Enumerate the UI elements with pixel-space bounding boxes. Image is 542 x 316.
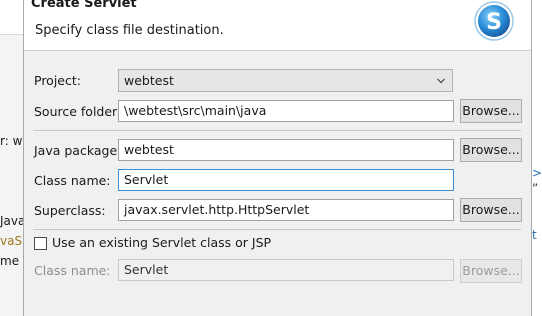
source-folder-input[interactable]: \webtest\src\main\java	[118, 100, 454, 122]
background-text: t	[532, 228, 537, 242]
section-divider	[33, 130, 521, 131]
java-package-input[interactable]: webtest	[118, 139, 454, 161]
background-text: me To	[0, 254, 23, 268]
existing-class-name-input[interactable]: Servlet	[118, 259, 454, 281]
browse-existing-class-button[interactable]: Browse...	[460, 259, 522, 283]
dialog-banner: Create Servlet Specify class file destin…	[24, 0, 531, 51]
background-editor-left: r: we Java vaSE me To	[0, 0, 23, 316]
browse-superclass-button[interactable]: Browse...	[460, 198, 522, 222]
dialog-title: Create Servlet	[31, 0, 137, 11]
existing-class-name-label: Class name:	[34, 263, 111, 278]
java-package-label: Java package:	[34, 143, 122, 158]
project-value: webtest	[124, 73, 174, 88]
background-text: Java	[0, 214, 23, 228]
browse-source-folder-button[interactable]: Browse...	[460, 99, 522, 123]
section-divider	[33, 229, 521, 230]
superclass-input[interactable]: javax.servlet.http.HttpServlet	[118, 199, 454, 221]
svg-text:S: S	[486, 10, 502, 35]
superclass-label: Superclass:	[34, 203, 106, 218]
dialog-subtitle: Specify class file destination.	[35, 23, 224, 38]
background-text: vaSE	[0, 234, 23, 248]
browse-package-button[interactable]: Browse...	[460, 138, 522, 162]
servlet-wizard-icon: S	[474, 1, 514, 41]
use-existing-servlet-label[interactable]: Use an existing Servlet class or JSP	[52, 235, 271, 250]
source-folder-label: Source folder:	[34, 104, 122, 119]
background-strip	[0, 0, 23, 35]
create-servlet-dialog: Create Servlet Specify class file destin…	[23, 0, 532, 316]
project-combo[interactable]: webtest	[118, 69, 453, 92]
project-label: Project:	[34, 73, 81, 88]
background-text: r: we	[0, 134, 23, 148]
class-name-input[interactable]: Servlet	[118, 169, 454, 191]
chevron-down-icon	[437, 78, 445, 84]
use-existing-servlet-checkbox[interactable]	[34, 237, 47, 250]
background-text: „	[532, 174, 539, 188]
class-name-label: Class name:	[34, 173, 111, 188]
